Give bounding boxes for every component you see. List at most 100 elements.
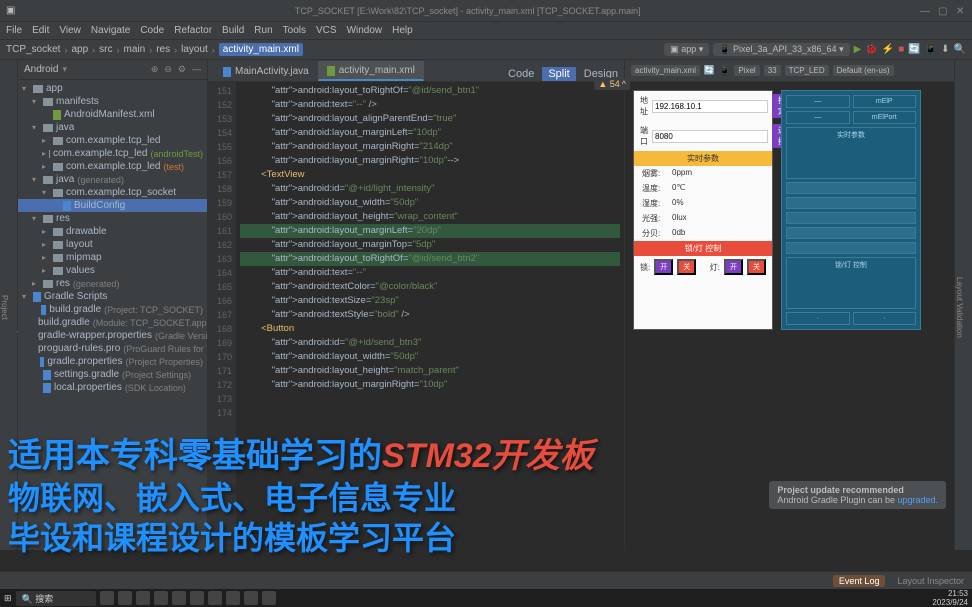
breadcrumb-item[interactable]: main	[124, 44, 146, 55]
tree-java[interactable]: ▾java	[18, 121, 207, 134]
lock-on[interactable]: 开	[654, 259, 673, 275]
task-icon[interactable]	[136, 591, 150, 605]
menu-edit[interactable]: Edit	[32, 25, 49, 36]
collapse-icon[interactable]: ⊕	[151, 64, 159, 75]
task-icon[interactable]	[208, 591, 222, 605]
tree-manifest-file[interactable]: AndroidManifest.xml	[18, 108, 207, 121]
tree-gradle-wrapper[interactable]: gradle-wrapper.properties (Gradle Versio…	[18, 329, 207, 342]
notification-popup[interactable]: Project update recommended Android Gradl…	[769, 481, 946, 509]
menu-build[interactable]: Build	[222, 25, 244, 36]
view-mode-code[interactable]: Code	[502, 67, 540, 81]
event-log-button[interactable]: Event Log	[833, 575, 886, 587]
preview-theme[interactable]: TCP_LED	[785, 65, 829, 76]
run-config-select[interactable]: ▣ app ▾	[664, 43, 709, 56]
project-tool-button[interactable]: Project	[0, 295, 9, 320]
tree-java-gen[interactable]: ▾java (generated)	[18, 173, 207, 186]
start-button[interactable]: ⊞	[4, 593, 12, 604]
project-view-select[interactable]: Android	[24, 64, 58, 75]
search-icon[interactable]: 🔍	[954, 44, 966, 55]
tree-res-gen[interactable]: ▸res (generated)	[18, 277, 207, 290]
tab-activity-main[interactable]: activity_main.xml	[318, 61, 424, 81]
menu-help[interactable]: Help	[392, 25, 413, 36]
task-icon[interactable]	[244, 591, 258, 605]
code-content[interactable]: "attr">android:layout_toRightOf="@id/sen…	[236, 82, 624, 550]
tree-manifests[interactable]: ▾manifests	[18, 95, 207, 108]
tree-pkg3[interactable]: ▸com.example.tcp_led (test)	[18, 160, 207, 173]
minimize-button[interactable]: —	[920, 6, 930, 16]
tree-pkg1[interactable]: ▸com.example.tcp_led	[18, 134, 207, 147]
tree-mipmap[interactable]: ▸mipmap	[18, 251, 207, 264]
run-button[interactable]: ▶	[854, 44, 862, 55]
profile-button[interactable]: ⚡	[882, 44, 894, 55]
menu-navigate[interactable]: Navigate	[91, 25, 130, 36]
menu-file[interactable]: File	[6, 25, 22, 36]
menu-window[interactable]: Window	[347, 25, 383, 36]
addr-input[interactable]	[652, 100, 768, 113]
debug-button[interactable]: 🐞	[865, 44, 877, 55]
tree-pkg4[interactable]: ▾com.example.tcp_socket	[18, 186, 207, 199]
sdk-button[interactable]: ⬇	[941, 44, 949, 55]
menu-code[interactable]: Code	[140, 25, 164, 36]
preview-locale[interactable]: Default (en-us)	[833, 65, 894, 76]
preview-device[interactable]: Pixel	[734, 65, 759, 76]
tree-app[interactable]: ▾app	[18, 82, 207, 95]
tree-values[interactable]: ▸values	[18, 264, 207, 277]
breadcrumb-current[interactable]: activity_main.xml	[219, 43, 303, 56]
maximize-button[interactable]: ▢	[938, 6, 948, 16]
breadcrumb-item[interactable]: res	[156, 44, 170, 55]
task-icon[interactable]	[118, 591, 132, 605]
tree-settings-gradle[interactable]: settings.gradle (Project Settings)	[18, 368, 207, 381]
hide-icon[interactable]: —	[192, 64, 201, 75]
upgrade-link[interactable]: upgraded.	[897, 495, 938, 505]
preview-canvas[interactable]: 地址 指定 端口 连接 实时参数 烟雾:0ppm温度:0℃湿度:0%光强:0lu…	[625, 82, 954, 550]
orientation-icon[interactable]: 🔄	[704, 65, 715, 76]
breadcrumb-item[interactable]: src	[99, 44, 112, 55]
code-editor[interactable]: 1511521531541551561571581591601611621631…	[208, 82, 624, 550]
tree-build-gradle-module[interactable]: build.gradle (Module: TCP_SOCKET.app)	[18, 316, 207, 329]
menu-view[interactable]: View	[59, 25, 81, 36]
tree-local-props[interactable]: local.properties (SDK Location)	[18, 381, 207, 394]
tab-mainactivity[interactable]: MainActivity.java	[214, 62, 318, 81]
menu-vcs[interactable]: VCS	[316, 25, 337, 36]
view-mode-split[interactable]: Split	[542, 67, 575, 81]
breadcrumb-item[interactable]: layout	[181, 44, 208, 55]
menu-refactor[interactable]: Refactor	[174, 25, 212, 36]
stop-button[interactable]: ■	[898, 44, 904, 55]
task-icon[interactable]	[226, 591, 240, 605]
preview-file[interactable]: activity_main.xml	[631, 65, 700, 76]
breadcrumb-item[interactable]: app	[71, 44, 88, 55]
taskbar-clock[interactable]: 21:532023/9/24	[932, 589, 968, 607]
tree-layout[interactable]: ▸layout	[18, 238, 207, 251]
lock-off[interactable]: 关	[677, 259, 696, 275]
tree-gradle-props[interactable]: gradle.properties (Project Properties)	[18, 355, 207, 368]
light-off[interactable]: 关	[747, 259, 766, 275]
sync-button[interactable]: 🔄	[908, 44, 920, 55]
preview-api[interactable]: 33	[764, 65, 781, 76]
expand-icon[interactable]: ⊖	[164, 64, 172, 75]
taskbar-search[interactable]: 🔍 搜索	[16, 591, 96, 606]
tree-res[interactable]: ▾res	[18, 212, 207, 225]
settings-icon[interactable]: ⚙	[178, 64, 186, 75]
menu-tools[interactable]: Tools	[283, 25, 306, 36]
task-icon[interactable]	[190, 591, 204, 605]
menu-run[interactable]: Run	[254, 25, 272, 36]
port-input[interactable]	[652, 130, 768, 143]
task-icon[interactable]	[262, 591, 276, 605]
task-icon[interactable]	[172, 591, 186, 605]
layout-validation-button[interactable]: Layout Validation	[955, 277, 964, 338]
task-icon[interactable]	[154, 591, 168, 605]
tree-gradle-scripts[interactable]: ▾Gradle Scripts	[18, 290, 207, 303]
breadcrumb-item[interactable]: TCP_socket	[6, 44, 60, 55]
device-select[interactable]: 📱 Pixel_3a_API_33_x86_64 ▾	[713, 43, 849, 56]
task-icon[interactable]	[100, 591, 114, 605]
avd-button[interactable]: 📱	[925, 44, 937, 55]
light-on[interactable]: 开	[724, 259, 743, 275]
tree-buildconfig[interactable]: BuildConfig	[18, 199, 207, 212]
tree-build-gradle-project[interactable]: build.gradle (Project: TCP_SOCKET)	[18, 303, 207, 316]
close-button[interactable]: ✕	[956, 6, 966, 16]
tree-proguard[interactable]: proguard-rules.pro (ProGuard Rules for T…	[18, 342, 207, 355]
tree-drawable[interactable]: ▸drawable	[18, 225, 207, 238]
layout-inspector-button[interactable]: Layout Inspector	[897, 576, 964, 586]
tree-pkg2[interactable]: ▸com.example.tcp_led (androidTest)	[18, 147, 207, 160]
warnings-badge[interactable]: ▲ 54 ^	[594, 78, 630, 90]
